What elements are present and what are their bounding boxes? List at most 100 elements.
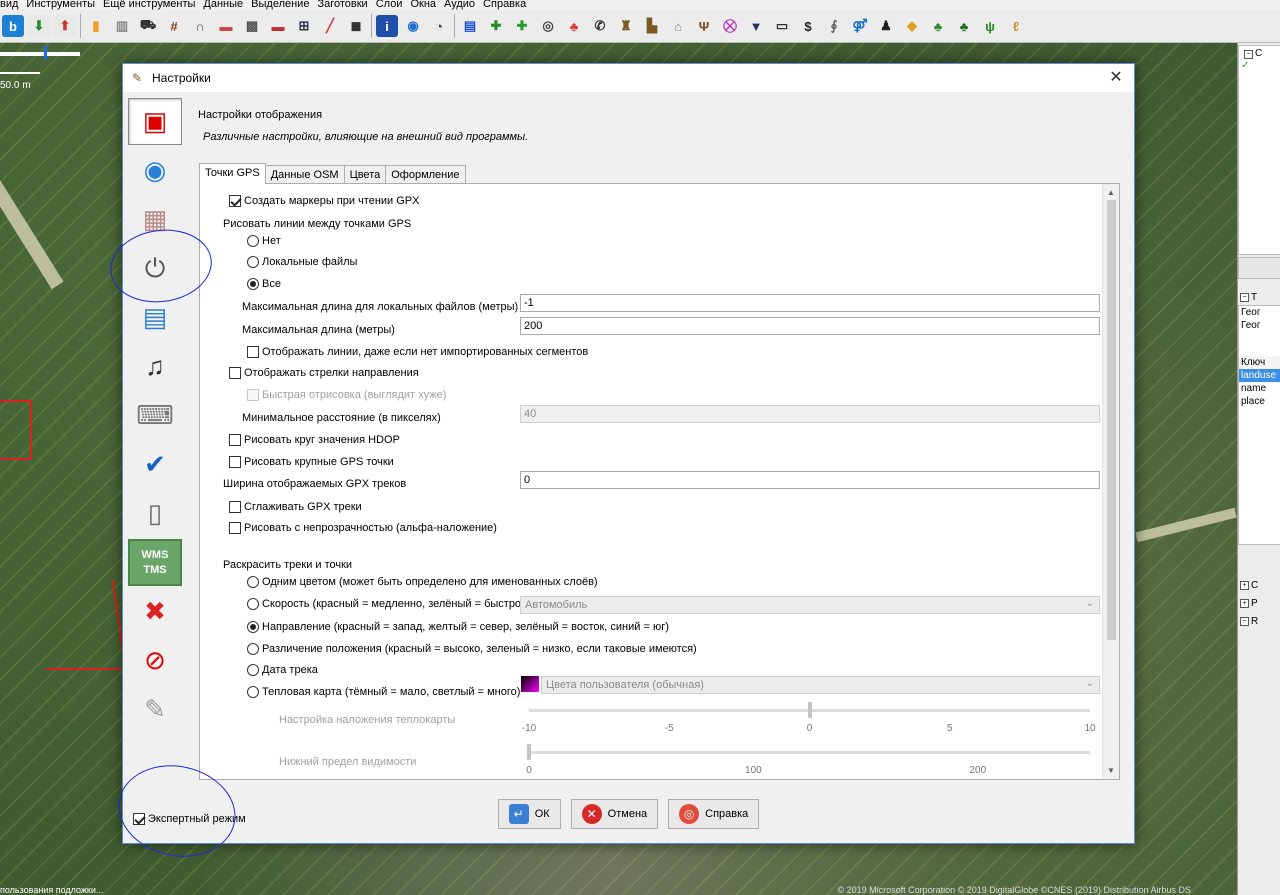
color-speed[interactable]: Скорость (красный = медленно, зелёный = …: [247, 598, 525, 610]
remote-control-icon[interactable]: ▯: [128, 490, 182, 537]
dollar-icon[interactable]: $: [797, 15, 819, 37]
membership-item[interactable]: Геог: [1239, 319, 1280, 332]
show-lines-checkbox[interactable]: [247, 346, 259, 358]
dialog-titlebar[interactable]: ✎ Настройки ✕: [123, 64, 1134, 92]
pharmacy-icon[interactable]: ✚: [485, 15, 507, 37]
fence-icon[interactable]: ⊞: [293, 15, 315, 37]
color-single[interactable]: Одним цветом (может быть определено для …: [247, 576, 598, 588]
factory-icon[interactable]: ▙: [641, 15, 663, 37]
wheat-icon[interactable]: ℓ: [1005, 15, 1027, 37]
color-direction-radio[interactable]: [247, 621, 259, 633]
tree-icon[interactable]: ♣: [927, 15, 949, 37]
layers-panel[interactable]: − С ✓: [1238, 45, 1280, 255]
no-turn-restriction-icon[interactable]: ⊘: [128, 637, 182, 684]
railway-icon[interactable]: #: [163, 15, 185, 37]
russia-flag-icon[interactable]: ▤: [459, 15, 481, 37]
track-width-field[interactable]: 0: [520, 471, 1100, 489]
panel-header-3[interactable]: − R: [1238, 613, 1280, 629]
validator-check-icon[interactable]: ✔: [128, 441, 182, 488]
cutlery-icon[interactable]: Ψ: [693, 15, 715, 37]
color-dilution[interactable]: Различение положения (красный = высоко, …: [247, 643, 697, 655]
clock-icon[interactable]: ◔: [428, 15, 450, 37]
panel-header-1[interactable]: + С: [1238, 577, 1280, 593]
toilets-icon[interactable]: ⚤: [849, 15, 871, 37]
tag-row-place[interactable]: place: [1239, 395, 1280, 408]
download-icon[interactable]: ⬇: [28, 15, 50, 37]
help-button[interactable]: ◎ Справка: [668, 799, 760, 829]
scroll-down-icon[interactable]: ▼: [1107, 766, 1115, 775]
globe-icon[interactable]: ◉: [128, 147, 182, 194]
display-settings-icon[interactable]: ▣: [128, 98, 182, 145]
draw-lines-all-radio[interactable]: [247, 278, 259, 290]
panel-toggle-icon[interactable]: −: [1244, 50, 1253, 59]
visibility-limit-slider[interactable]: 0 100 200: [526, 744, 1090, 777]
info-icon[interactable]: i: [376, 15, 398, 37]
castle-icon[interactable]: ♜: [615, 15, 637, 37]
tv-icon[interactable]: ▭: [771, 15, 793, 37]
zoom-slider[interactable]: [0, 46, 80, 60]
eye-icon[interactable]: ◎: [537, 15, 559, 37]
heatmap-color-swatch[interactable]: [521, 676, 539, 692]
slider-thumb[interactable]: [807, 702, 812, 718]
color-single-radio[interactable]: [247, 576, 259, 588]
membership-item[interactable]: Геог: [1239, 306, 1280, 319]
scrollbar-thumb[interactable]: [1107, 200, 1116, 640]
cross-icon[interactable]: ✚: [511, 15, 533, 37]
create-markers-checkbox[interactable]: [229, 195, 241, 207]
max-length-field[interactable]: 200: [520, 317, 1100, 335]
tags-panel[interactable]: Геог Геог Ключ landuse name place: [1238, 305, 1280, 545]
panel-toggle-icon[interactable]: −: [1240, 292, 1249, 302]
bag-icon[interactable]: ◆: [901, 15, 923, 37]
show-arrows-checkbox[interactable]: [229, 367, 241, 379]
barrier-icon[interactable]: ╱: [319, 15, 341, 37]
draw-lines-none-radio[interactable]: [247, 235, 259, 247]
panel-header-2[interactable]: + Р: [1238, 595, 1280, 611]
gate-icon[interactable]: ∩: [189, 15, 211, 37]
panel-scrollbar[interactable]: ▲ ▼: [1102, 184, 1119, 779]
draw-lines-local-radio[interactable]: [247, 256, 259, 268]
smooth-tracks-checkbox[interactable]: [229, 501, 241, 513]
fast-draw-checkbox[interactable]: [247, 389, 259, 401]
create-markers-option[interactable]: Создать маркеры при чтении GPX: [229, 195, 419, 207]
draw-lines-none[interactable]: Нет: [247, 235, 281, 247]
grid-icon[interactable]: ▩: [241, 15, 263, 37]
menu-item[interactable]: Выделение: [251, 0, 309, 10]
person-icon[interactable]: ♟: [875, 15, 897, 37]
tag-row-landuse[interactable]: landuse: [1239, 369, 1280, 382]
alpha-blend-option[interactable]: Рисовать с непрозрачностью (альфа-наложе…: [229, 522, 497, 534]
bing-icon[interactable]: b: [2, 15, 24, 37]
tags-key-header[interactable]: Ключ: [1239, 356, 1280, 369]
brick-icon[interactable]: ▬: [267, 15, 289, 37]
building-icon[interactable]: ▮: [85, 15, 107, 37]
slider-thumb[interactable]: [527, 744, 531, 760]
fast-draw-option[interactable]: Быстрая отрисовка (выглядит хуже): [247, 389, 446, 401]
audio-icon[interactable]: ♫: [128, 343, 182, 390]
color-heatmap-radio[interactable]: [247, 686, 259, 698]
house-icon[interactable]: ⌂: [667, 15, 689, 37]
color-track-date-radio[interactable]: [247, 664, 259, 676]
paperclip-icon[interactable]: ∮: [823, 15, 845, 37]
tractor-icon[interactable]: ⛟: [137, 15, 159, 37]
large-points-option[interactable]: Рисовать крупные GPS точки: [229, 456, 394, 468]
tags-panel-header[interactable]: − Т: [1238, 289, 1280, 305]
grass-icon[interactable]: ψ: [979, 15, 1001, 37]
color-heatmap[interactable]: Тепловая карта (тёмный = мало, светлый =…: [247, 686, 520, 698]
layers-toolbar[interactable]: [1238, 257, 1280, 279]
heatmap-colors-select[interactable]: Цвета пользователя (обычная) ⌄: [541, 676, 1100, 694]
advanced-tools-icon[interactable]: ✖: [128, 588, 182, 635]
tab-gps-points[interactable]: Точки GPS: [199, 163, 266, 184]
globe-icon[interactable]: ◉: [402, 15, 424, 37]
hdop-circle-checkbox[interactable]: [229, 434, 241, 446]
menu-item[interactable]: Аудио: [444, 0, 475, 10]
alpha-blend-checkbox[interactable]: [229, 522, 241, 534]
map-paint-style-icon[interactable]: ✎: [128, 686, 182, 733]
show-lines-option[interactable]: Отображать линии, даже если нет импортир…: [247, 346, 588, 358]
balloons-icon[interactable]: ♣: [563, 15, 585, 37]
max-length-local-field[interactable]: -1: [520, 294, 1100, 312]
draw-lines-local[interactable]: Локальные файлы: [247, 256, 357, 268]
close-icon[interactable]: ✕: [1106, 68, 1126, 88]
car-icon[interactable]: ◼: [345, 15, 367, 37]
menu-item[interactable]: Данные: [203, 0, 243, 10]
speed-profile-select[interactable]: Автомобиль ⌄: [520, 596, 1100, 614]
color-direction[interactable]: Направление (красный = запад, желтый = с…: [247, 621, 669, 633]
